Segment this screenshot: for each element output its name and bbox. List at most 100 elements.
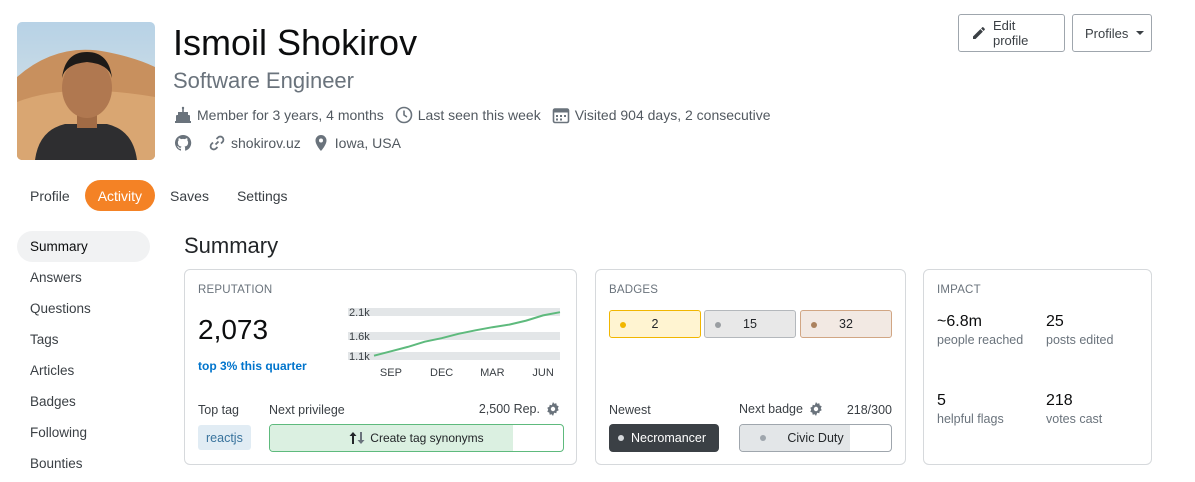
reputation-title: REPUTATION bbox=[198, 284, 273, 296]
website-link[interactable]: shokirov.uz bbox=[207, 133, 301, 153]
sparkline-y-tick: 1.1k bbox=[349, 351, 370, 363]
profiles-label: Profiles bbox=[1085, 25, 1129, 41]
badges-card: BADGES 2 15 32 Newest Necromancer Next b… bbox=[595, 269, 906, 465]
profile-name: Ismoil Shokirov bbox=[173, 22, 418, 63]
posts-edited-label: posts edited bbox=[1046, 333, 1114, 347]
reputation-rank-link[interactable]: top 3% this quarter bbox=[198, 359, 307, 373]
chevron-down-icon bbox=[1136, 31, 1145, 35]
helpful-flags-value: 5 bbox=[937, 392, 946, 409]
last-seen-text: Last seen this week bbox=[417, 107, 541, 123]
bronze-badges[interactable]: 32 bbox=[800, 310, 892, 338]
member-for-text: Member for 3 years, 4 months bbox=[197, 107, 384, 123]
sidebar-item-badges[interactable]: Badges bbox=[17, 386, 150, 417]
badges-title: BADGES bbox=[609, 284, 659, 296]
silver-badge-count: 15 bbox=[743, 317, 757, 331]
sidebar-item-bounties[interactable]: Bounties bbox=[17, 448, 150, 479]
votes-cast-value: 218 bbox=[1046, 392, 1073, 409]
newest-badge[interactable]: Necromancer bbox=[609, 424, 719, 452]
sparkline-gridband bbox=[348, 308, 560, 316]
cake-icon bbox=[173, 105, 193, 125]
gear-icon[interactable] bbox=[809, 402, 823, 416]
activity-sidebar: Summary Answers Questions Tags Articles … bbox=[17, 231, 150, 479]
calendar-icon bbox=[551, 105, 571, 125]
gold-badge-count: 2 bbox=[651, 317, 659, 331]
sidebar-item-questions[interactable]: Questions bbox=[17, 293, 150, 324]
edit-profile-button[interactable]: Edit profile bbox=[958, 14, 1065, 52]
tab-saves[interactable]: Saves bbox=[157, 180, 222, 211]
visited: Visited 904 days, 2 consecutive bbox=[551, 105, 771, 125]
sidebar-item-tags[interactable]: Tags bbox=[17, 324, 150, 355]
gold-badges[interactable]: 2 bbox=[609, 310, 701, 338]
next-badge-progress[interactable]: Civic Duty bbox=[739, 424, 892, 452]
pencil-icon bbox=[971, 25, 987, 41]
tab-activity[interactable]: Activity bbox=[84, 180, 156, 211]
next-badge-name: Civic Duty bbox=[787, 431, 844, 445]
bronze-badge-icon bbox=[811, 322, 817, 328]
clock-icon bbox=[394, 105, 414, 125]
profile-meta-row: Member for 3 years, 4 months Last seen t… bbox=[173, 105, 781, 125]
next-privilege-rep: 2,500 Rep. bbox=[479, 402, 560, 416]
sparkline-x-tick: JUN bbox=[532, 367, 553, 379]
next-privilege-name: Create tag synonyms bbox=[370, 431, 484, 445]
next-badge-label: Next badge bbox=[739, 402, 803, 416]
top-tag-label: Top tag bbox=[198, 403, 240, 417]
posts-edited-value: 25 bbox=[1046, 313, 1064, 330]
people-reached-value: ~6.8m bbox=[937, 313, 982, 330]
profile-title: Software Engineer bbox=[173, 68, 354, 93]
impact-votes-cast: 218 votes cast bbox=[1046, 392, 1102, 426]
next-privilege-text: Create tag synonyms bbox=[270, 425, 563, 451]
impact-title: IMPACT bbox=[937, 284, 981, 296]
location-text: Iowa, USA bbox=[334, 135, 401, 151]
next-privilege-progress[interactable]: Create tag synonyms bbox=[269, 424, 564, 452]
visited-text: Visited 904 days, 2 consecutive bbox=[574, 107, 771, 123]
impact-people-reached: ~6.8m people reached bbox=[937, 313, 1023, 347]
silver-badge-icon bbox=[715, 322, 721, 328]
member-for: Member for 3 years, 4 months bbox=[173, 105, 384, 125]
summary-heading: Summary bbox=[184, 233, 279, 258]
next-badge-label-row: Next badge bbox=[739, 402, 823, 416]
github-icon[interactable] bbox=[173, 133, 193, 153]
people-reached-label: people reached bbox=[937, 333, 1024, 347]
sidebar-item-articles[interactable]: Articles bbox=[17, 355, 150, 386]
sidebar-item-following[interactable]: Following bbox=[17, 417, 150, 448]
tab-settings[interactable]: Settings bbox=[224, 180, 301, 211]
sparkline-x-tick: MAR bbox=[480, 367, 505, 379]
gear-icon[interactable] bbox=[546, 402, 560, 416]
sparkline-y-tick: 2.1k bbox=[349, 307, 370, 319]
helpful-flags-label: helpful flags bbox=[937, 412, 1004, 426]
sidebar-item-answers[interactable]: Answers bbox=[17, 262, 150, 293]
reputation-card: REPUTATION 2,073 top 3% this quarter 2.1… bbox=[184, 269, 577, 465]
website-text[interactable]: shokirov.uz bbox=[231, 135, 301, 151]
impact-helpful-flags: 5 helpful flags bbox=[937, 392, 1004, 426]
reputation-value: 2,073 bbox=[198, 314, 269, 345]
gold-badge-icon bbox=[620, 322, 626, 328]
location-pin-icon bbox=[311, 133, 331, 153]
sparkline-y-tick: 1.6k bbox=[349, 331, 370, 343]
sparkline-x-tick: SEP bbox=[380, 367, 402, 379]
location: Iowa, USA bbox=[311, 133, 401, 153]
votes-cast-label: votes cast bbox=[1046, 412, 1103, 426]
link-icon bbox=[207, 133, 227, 153]
edit-profile-label: Edit profile bbox=[993, 18, 1029, 48]
impact-card: IMPACT ~6.8m people reached 25 posts edi… bbox=[923, 269, 1152, 465]
newest-badge-label: Newest bbox=[609, 403, 651, 417]
top-tag-badge[interactable]: reactjs bbox=[198, 425, 251, 450]
profiles-dropdown-button[interactable]: Profiles bbox=[1072, 14, 1152, 52]
last-seen: Last seen this week bbox=[394, 105, 541, 125]
next-privilege-label: Next privilege bbox=[269, 403, 345, 417]
next-privilege-rep-text: 2,500 Rep. bbox=[478, 402, 540, 416]
newest-badge-name: Necromancer bbox=[631, 431, 707, 445]
bronze-badge-count: 32 bbox=[839, 317, 853, 331]
avatar[interactable] bbox=[17, 22, 155, 160]
profile-links-row: shokirov.uz Iowa, USA bbox=[173, 133, 411, 153]
reputation-sparkline: 2.1k 1.6k 1.1k SEP DEC MAR JUN bbox=[348, 307, 561, 379]
impact-posts-edited: 25 posts edited bbox=[1046, 313, 1113, 347]
sparkline-x-tick: DEC bbox=[430, 367, 453, 379]
github-link[interactable] bbox=[173, 133, 197, 153]
tab-profile[interactable]: Profile bbox=[17, 180, 83, 211]
next-badge-progress-text: 218/300 bbox=[846, 403, 892, 417]
badge-icon bbox=[618, 435, 624, 441]
profile-tabs: Profile Activity Saves Settings bbox=[17, 180, 303, 211]
silver-badges[interactable]: 15 bbox=[704, 310, 796, 338]
sidebar-item-summary[interactable]: Summary bbox=[17, 231, 150, 262]
